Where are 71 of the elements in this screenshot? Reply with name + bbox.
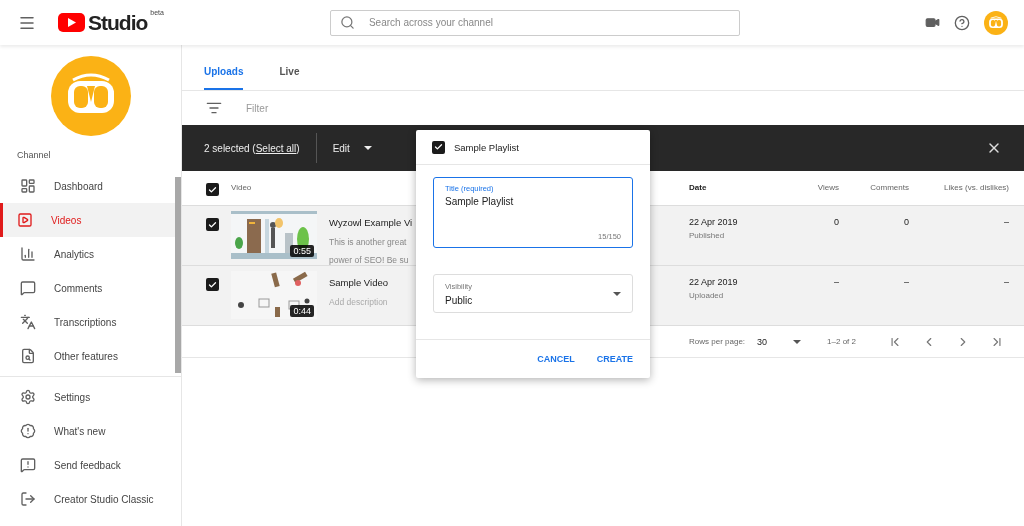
sidebar-item[interactable]: Videos	[0, 203, 175, 237]
sidebar-item[interactable]: Analytics	[0, 237, 175, 271]
playlist-checkbox[interactable]: Sample Playlist	[416, 130, 650, 165]
logo-text: Studio	[88, 10, 148, 35]
sidebar-item[interactable]: Comments	[0, 271, 175, 305]
video-camera-button[interactable]	[925, 15, 940, 30]
video-description: power of SEO! Be su	[329, 255, 409, 265]
duration-label: 0:55	[290, 245, 314, 257]
status-text: Uploaded	[689, 291, 724, 300]
views-count: –	[834, 277, 839, 287]
checkbox[interactable]	[206, 218, 219, 231]
checkbox[interactable]	[206, 278, 219, 291]
search-field[interactable]: Search across your channel	[329, 9, 740, 36]
tab[interactable]: Uploads	[204, 60, 244, 90]
search-icon	[339, 14, 355, 30]
exit-icon	[20, 491, 36, 507]
scrollbar[interactable]	[175, 177, 181, 373]
bar-chart-icon	[20, 246, 36, 262]
column-header: Views	[817, 183, 839, 192]
sidebar-item[interactable]: Transcriptions	[0, 305, 175, 339]
filter-icon[interactable]	[206, 100, 222, 116]
rows-per-page-select[interactable]: 30	[757, 336, 802, 347]
sidebar-item[interactable]: Creator Studio Classic	[0, 482, 175, 516]
playlist-label: Sample Playlist	[454, 141, 519, 153]
column-header: Comments	[870, 183, 909, 192]
comments-count: –	[904, 277, 909, 287]
sidebar-item[interactable]: Other features	[0, 339, 175, 373]
caret-icon	[363, 146, 372, 150]
caret-icon	[793, 339, 802, 344]
rows-per-page-label: Rows per page:	[689, 337, 746, 346]
sidebar-item[interactable]: What's new	[0, 414, 175, 448]
sidebar-item[interactable]: Settings	[0, 380, 175, 414]
column-header: Video	[231, 183, 252, 192]
date-text: 22 Apr 2019	[689, 277, 738, 287]
status-text: Published	[689, 231, 725, 240]
views-count: 0	[834, 217, 839, 227]
column-header: Date	[689, 183, 707, 192]
play-logo-icon	[58, 13, 85, 32]
create-button[interactable]: CREATE	[596, 354, 633, 364]
video-description: Add description	[329, 297, 388, 307]
page-range: 1–2 of 2	[827, 337, 856, 346]
cancel-button[interactable]: CANCEL	[537, 354, 575, 364]
alert-badge-icon	[20, 423, 36, 439]
help-button[interactable]	[954, 14, 970, 31]
dashboard-icon	[20, 178, 36, 194]
checkbox[interactable]	[206, 183, 219, 196]
edit-dropdown[interactable]: Edit	[332, 142, 372, 154]
document-search-icon	[20, 348, 36, 364]
tab[interactable]: Live	[279, 60, 300, 90]
date-text: 22 Apr 2019	[689, 217, 738, 227]
channel-avatar	[984, 10, 1008, 35]
sidebar-item[interactable]: Send feedback	[0, 448, 175, 482]
settings-icon	[20, 389, 36, 405]
comment-icon	[20, 280, 36, 296]
duration-label: 0:44	[290, 305, 314, 317]
likes-count: –	[1004, 217, 1009, 227]
video-title[interactable]: Wyzowl Example Vi	[329, 217, 413, 228]
section-label: Channel	[16, 149, 52, 162]
comments-count: 0	[904, 217, 909, 227]
video-description: This is another great	[329, 237, 407, 247]
caret-icon	[613, 291, 621, 296]
checkbox[interactable]	[432, 140, 445, 154]
selection-count-text: 2 selected (Select all)	[204, 142, 300, 154]
sidebar-item[interactable]: Dashboard	[0, 169, 175, 203]
play-icon	[17, 212, 33, 228]
translate-icon	[20, 314, 36, 330]
likes-count: –	[1004, 277, 1009, 287]
column-header: Likes (vs. dislikes)	[944, 183, 1009, 192]
feedback-icon	[20, 457, 36, 473]
title-input[interactable]: Sample Playlist	[445, 196, 621, 207]
video-title[interactable]: Sample Video	[329, 277, 388, 288]
